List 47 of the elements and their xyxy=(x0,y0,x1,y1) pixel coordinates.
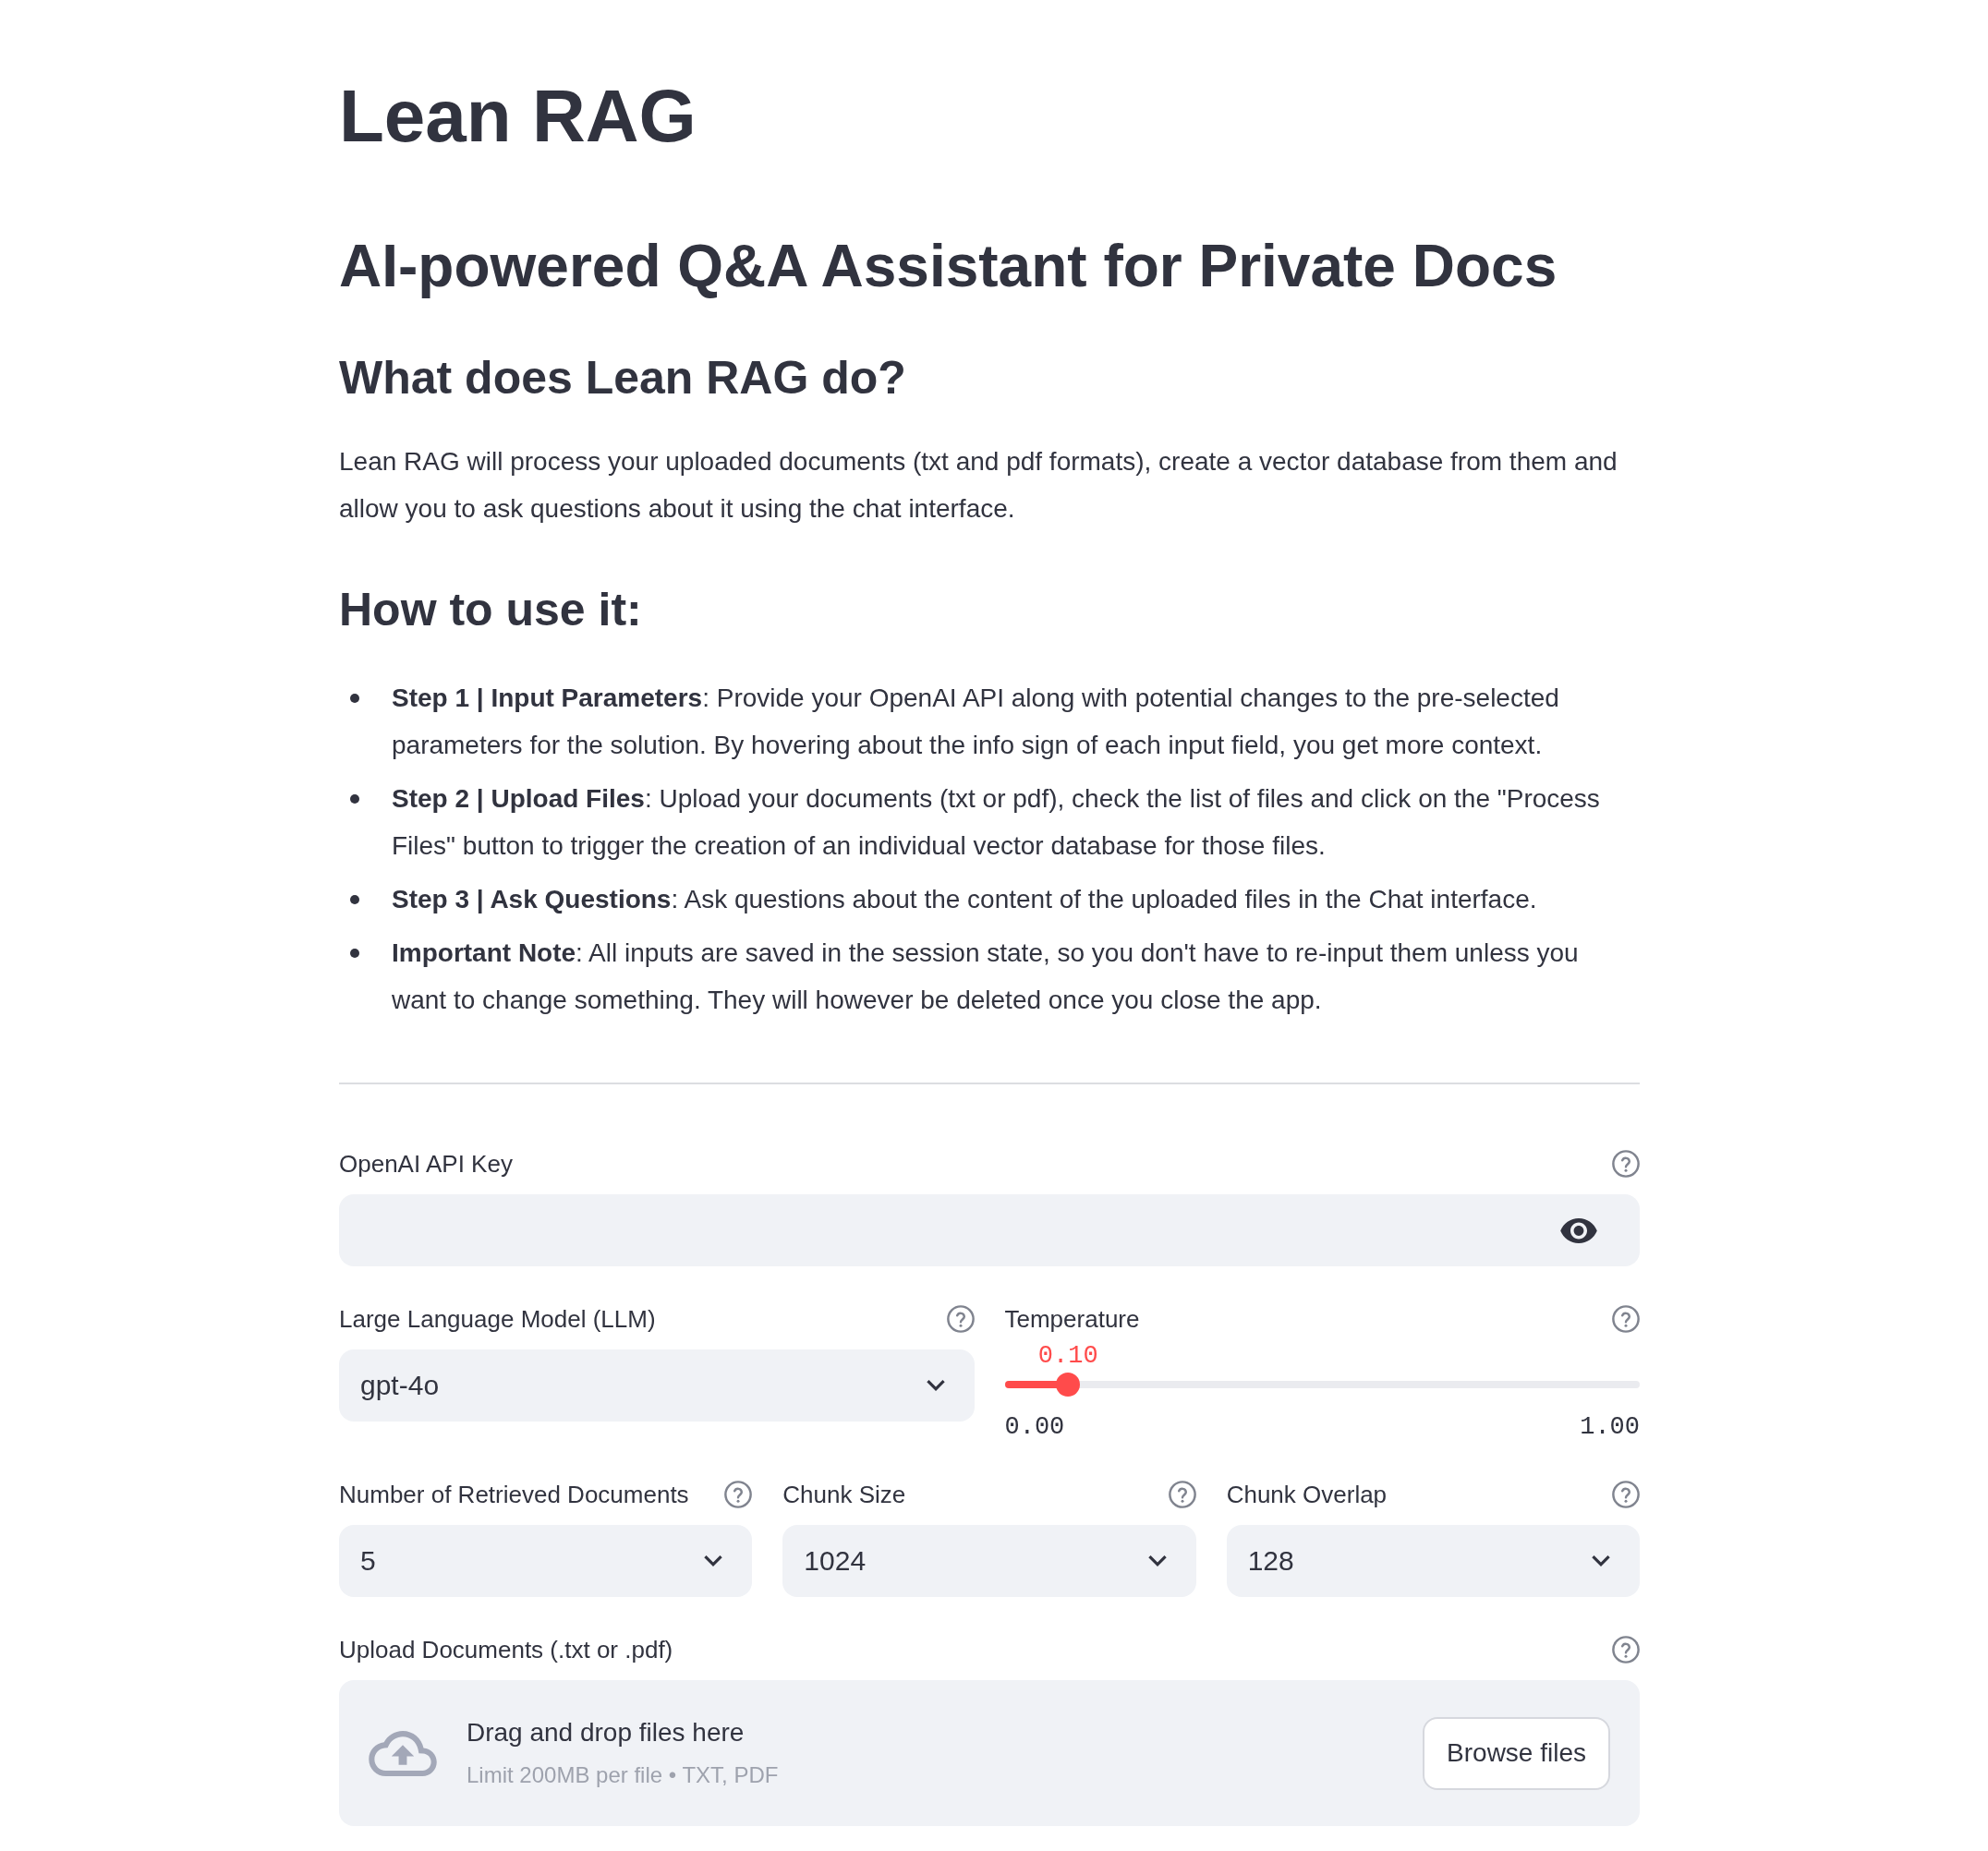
field-label: Temperature xyxy=(1004,1304,1140,1335)
select-field[interactable]: 128 xyxy=(1226,1525,1640,1597)
help-icon[interactable] xyxy=(1612,1150,1640,1178)
field-label: Chunk Overlap xyxy=(1226,1480,1388,1510)
help-icon[interactable] xyxy=(1612,1305,1640,1333)
file-dropzone[interactable]: Drag and drop files here Limit 200MB per file • TXT, PDF Browse files xyxy=(339,1680,1640,1826)
slider[interactable] xyxy=(1004,1373,1640,1397)
bullet-icon xyxy=(350,794,359,804)
page-subtitle: AI-powered Q&A Assistant for Private Docs xyxy=(339,232,1558,301)
field-label: Chunk Size xyxy=(782,1480,906,1510)
bullet-icon xyxy=(350,694,359,703)
help-icon[interactable] xyxy=(1612,1481,1640,1508)
dropzone-title: Drag and drop files here xyxy=(467,1717,745,1748)
section-heading: How to use it: xyxy=(339,583,642,637)
chevron-down-icon xyxy=(704,1555,723,1567)
description-paragraph: Lean RAG will process your uploaded documents (txt and pdf formats), create a vector database from them and allow you to ask questions about it using the chat interface. xyxy=(339,446,1618,525)
bullet-icon xyxy=(350,895,359,904)
step-text: Step 3 | Ask Questions: Ask questions about the content of the uploaded files in the Chat interface. xyxy=(392,884,1537,915)
step-text: Step 2 | Upload Files: Upload your documents (txt or pdf), check the list of files and click on the "Process Files" button to trigger the creation of an individual vector database for those files. xyxy=(392,783,1601,862)
slider-min-label: 0.00 xyxy=(1004,1412,1065,1442)
chevron-down-icon xyxy=(1147,1555,1167,1567)
section-heading: What does Lean RAG do? xyxy=(339,351,906,405)
chevron-down-icon xyxy=(926,1380,945,1391)
step-text: Step 1 | Input Parameters: Provide your OpenAI API along with potential changes to the pre-selected parameters for the solution. By hovering about the info sign of each input field, you get more context. xyxy=(392,683,1560,761)
field-label: Large Language Model (LLM) xyxy=(339,1304,656,1335)
slider-thumb[interactable] xyxy=(1056,1373,1081,1397)
eye-icon[interactable] xyxy=(1560,1217,1597,1243)
select-field[interactable]: 1024 xyxy=(782,1525,1196,1597)
field-label: Upload Documents (.txt or .pdf) xyxy=(339,1635,673,1665)
help-icon[interactable] xyxy=(1168,1481,1196,1508)
step-text: Important Note: All inputs are saved in the session state, so you don't have to re-input them unless you want to change something. They will however be deleted once you close the app. xyxy=(392,938,1580,1016)
browse-files-button[interactable]: Browse files xyxy=(1423,1716,1610,1790)
page-title: Lean RAG xyxy=(339,74,697,159)
help-icon[interactable] xyxy=(724,1481,753,1508)
select-field[interactable]: gpt-4o xyxy=(339,1349,975,1422)
chevron-down-icon xyxy=(1592,1555,1610,1567)
bullet-icon xyxy=(350,949,359,958)
help-icon[interactable] xyxy=(946,1305,975,1333)
help-icon[interactable] xyxy=(1612,1636,1640,1663)
slider-value: 0.10 xyxy=(1037,1341,1098,1371)
field-label: OpenAI API Key xyxy=(339,1149,513,1180)
api-key-field[interactable] xyxy=(339,1194,1640,1266)
field-label: Number of Retrieved Documents xyxy=(339,1480,689,1510)
dropzone-hint: Limit 200MB per file • TXT, PDF xyxy=(467,1761,779,1789)
slider-max-label: 1.00 xyxy=(1580,1412,1640,1442)
cloud-upload-icon xyxy=(369,1730,437,1776)
select-field[interactable]: 5 xyxy=(339,1525,753,1597)
